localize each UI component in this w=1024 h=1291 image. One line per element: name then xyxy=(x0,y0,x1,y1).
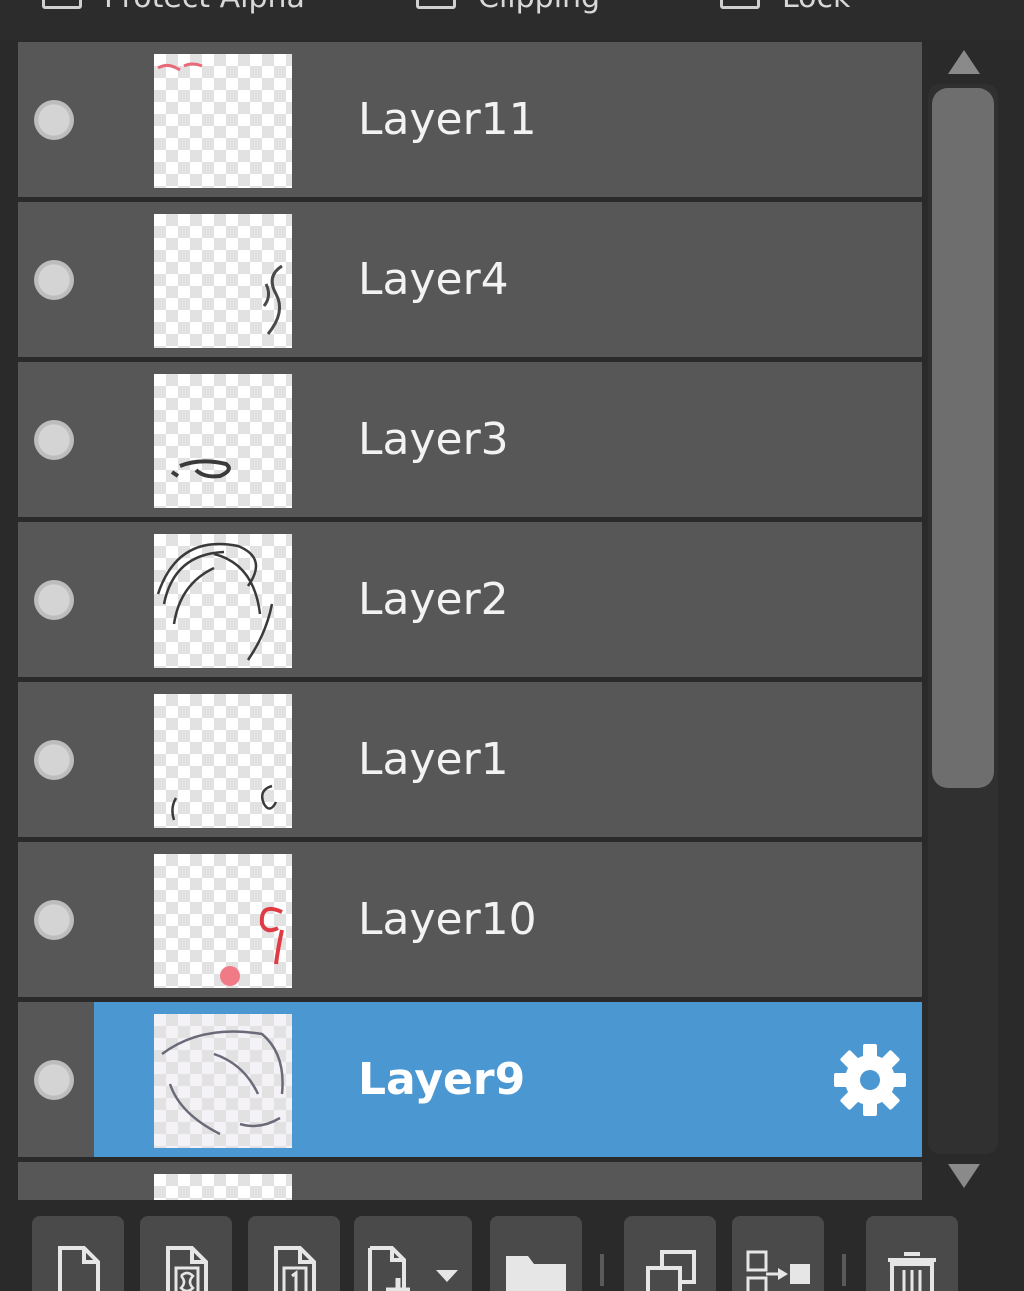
scroll-down-arrow-icon[interactable] xyxy=(946,1162,982,1190)
lock-checkbox[interactable] xyxy=(720,0,760,9)
visibility-toggle-icon[interactable] xyxy=(34,900,74,940)
layer-row[interactable]: Layer1 xyxy=(18,682,922,837)
layer-thumbnail xyxy=(154,1014,292,1148)
protect-alpha-checkbox[interactable] xyxy=(42,0,82,9)
layer-thumbnail xyxy=(154,1174,292,1200)
layer-thumbnail xyxy=(154,214,292,348)
layer-row[interactable]: Layer10 xyxy=(18,842,922,997)
visibility-toggle-icon[interactable] xyxy=(34,100,74,140)
layer-row[interactable]: Layer3 xyxy=(18,362,922,517)
layer-row[interactable]: Layer4 xyxy=(18,202,922,357)
delete-layer-button[interactable] xyxy=(866,1216,958,1291)
new-8bit-layer-button[interactable] xyxy=(140,1216,232,1291)
layer-options-bar: Protect Alpha Clipping Lock xyxy=(0,0,1024,40)
clipping-label: Clipping xyxy=(478,0,600,15)
lock-option[interactable]: Lock xyxy=(720,0,850,15)
layer-thumbnail xyxy=(154,54,292,188)
add-layer-menu-icon xyxy=(368,1246,458,1291)
layer-thumbnail xyxy=(154,694,292,828)
layer-row-partial[interactable] xyxy=(18,1162,922,1200)
duplicate-layer-button[interactable] xyxy=(624,1216,716,1291)
layer-thumbnail xyxy=(154,854,292,988)
new-folder-icon xyxy=(506,1256,566,1291)
scroll-up-arrow-icon[interactable] xyxy=(946,48,982,76)
delete-layer-icon xyxy=(888,1252,936,1291)
protect-alpha-option[interactable]: Protect Alpha xyxy=(42,0,305,15)
layer-list-scrollbar[interactable] xyxy=(926,42,1004,1200)
visibility-toggle-icon[interactable] xyxy=(34,740,74,780)
lock-label: Lock xyxy=(782,0,850,15)
new-1bit-layer-button[interactable] xyxy=(248,1216,340,1291)
layer-thumbnail xyxy=(154,374,292,508)
visibility-toggle-icon[interactable] xyxy=(34,580,74,620)
merge-layer-button[interactable] xyxy=(732,1216,824,1291)
add-layer-menu-button[interactable] xyxy=(354,1216,472,1291)
clipping-option[interactable]: Clipping xyxy=(416,0,600,15)
layer-name: Layer1 xyxy=(358,734,509,785)
new-1bit-layer-icon xyxy=(274,1246,316,1291)
duplicate-layer-icon xyxy=(646,1250,696,1291)
protect-alpha-label: Protect Alpha xyxy=(104,0,305,15)
layer-toolbar xyxy=(0,1202,1024,1291)
visibility-toggle-icon[interactable] xyxy=(34,260,74,300)
layer-panel: Protect Alpha Clipping Lock Layer11 Laye… xyxy=(0,0,1024,1291)
layer-name: Layer2 xyxy=(358,574,509,625)
layer-settings-gear-icon[interactable] xyxy=(832,1042,908,1118)
layer-row[interactable]: Layer2 xyxy=(18,522,922,677)
new-layer-icon xyxy=(58,1246,100,1291)
layer-name: Layer3 xyxy=(358,414,509,465)
layer-thumbnail xyxy=(154,534,292,668)
scroll-track[interactable] xyxy=(928,84,998,1154)
layer-name: Layer11 xyxy=(358,94,537,145)
layer-name: Layer4 xyxy=(358,254,509,305)
toolbar-separator xyxy=(600,1254,604,1286)
layer-name: Layer9 xyxy=(358,1054,526,1105)
scroll-thumb[interactable] xyxy=(932,88,994,788)
visibility-toggle-icon[interactable] xyxy=(34,420,74,460)
toolbar-separator xyxy=(842,1254,846,1286)
new-layer-button[interactable] xyxy=(32,1216,124,1291)
clipping-checkbox[interactable] xyxy=(416,0,456,9)
new-8bit-layer-icon xyxy=(166,1246,208,1291)
layer-list: Layer11 Layer4 Layer3 Layer2 Layer1 Laye… xyxy=(18,42,922,1200)
layer-row[interactable]: Layer11 xyxy=(18,42,922,197)
visibility-toggle-icon[interactable] xyxy=(34,1060,74,1100)
new-folder-button[interactable] xyxy=(490,1216,582,1291)
merge-layer-icon xyxy=(746,1250,810,1291)
layer-name: Layer10 xyxy=(358,894,537,945)
layer-row-selected[interactable]: Layer9 xyxy=(18,1002,922,1157)
